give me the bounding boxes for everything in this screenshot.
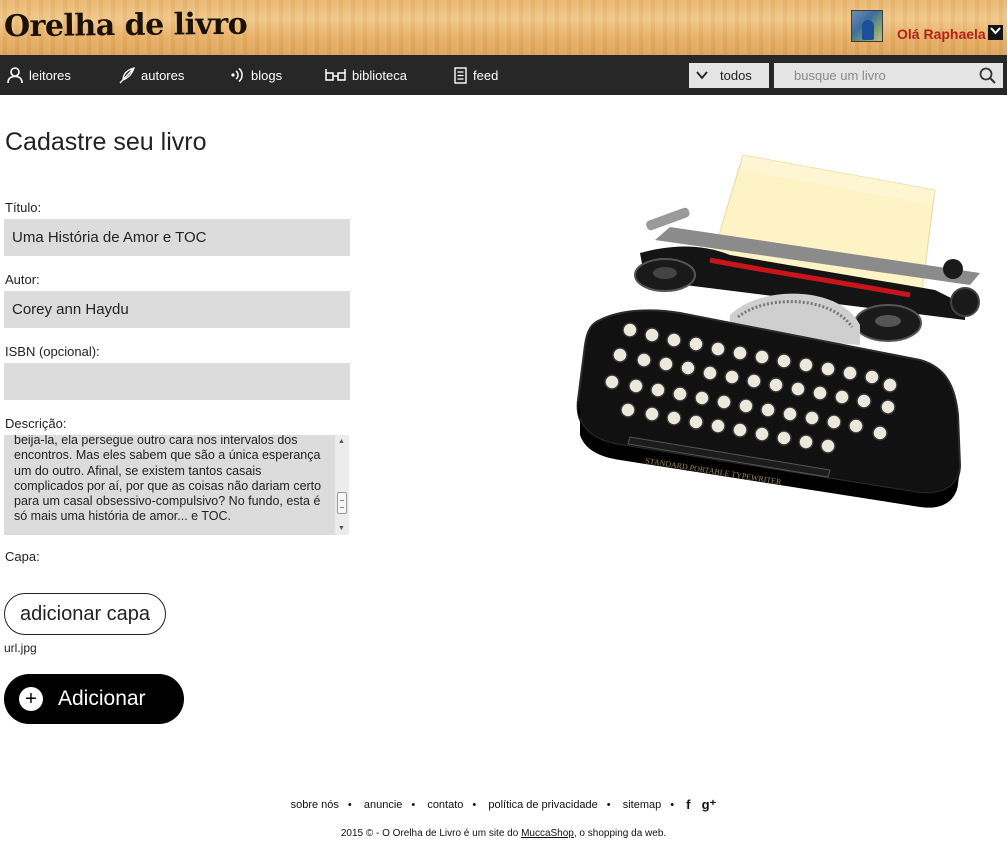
- footer-link[interactable]: sitemap: [623, 799, 662, 811]
- add-book-label: Adicionar: [58, 687, 146, 710]
- cover-filename: url.jpg: [4, 641, 37, 655]
- description-text: beija-la, ela persegue outro cara nos in…: [14, 435, 322, 524]
- scroll-up-icon[interactable]: ▲: [338, 438, 345, 445]
- header-bar: Orelha de livro Olá Raphaela: [0, 0, 1007, 55]
- cover-label: Capa:: [5, 549, 40, 564]
- title-label: Título:: [5, 200, 42, 215]
- nav-item-biblioteca[interactable]: biblioteca: [325, 55, 407, 95]
- copyright: 2015 © - O Orelha de Livro é um site do …: [0, 828, 1007, 839]
- typewriter-illustration: STANDARD PORTABLE TYPEWRITER: [576, 154, 980, 508]
- nav-label: leitores: [29, 67, 71, 83]
- site-logo[interactable]: Orelha de livro: [4, 7, 248, 45]
- copyright-prefix: 2015 © - O Orelha de Livro é um site do: [340, 828, 522, 839]
- footer-link[interactable]: política de privacidade: [488, 799, 597, 811]
- add-cover-button[interactable]: adicionar capa: [4, 593, 166, 635]
- document-icon: [454, 66, 467, 84]
- muccashop-link[interactable]: MuccaShop: [521, 828, 574, 839]
- nav-label: autores: [141, 67, 185, 83]
- copyright-suffix: , o shopping da web.: [573, 828, 667, 839]
- author-label: Autor:: [5, 272, 40, 287]
- chevron-down-icon[interactable]: [988, 25, 1003, 40]
- author-field[interactable]: [4, 291, 350, 328]
- quill-icon: [119, 66, 135, 84]
- plus-icon: +: [19, 687, 43, 711]
- person-icon: [7, 66, 23, 84]
- search-input[interactable]: [774, 63, 1003, 88]
- page-title: Cadastre seu livro: [5, 128, 207, 156]
- avatar[interactable]: [851, 10, 883, 42]
- facebook-icon[interactable]: f: [686, 797, 690, 812]
- nav-label: blogs: [251, 67, 283, 83]
- nav-item-blogs[interactable]: blogs: [231, 55, 282, 95]
- description-scrollbar[interactable]: ▲ ▼: [335, 435, 349, 535]
- search-icon[interactable]: [979, 67, 996, 89]
- footer-link[interactable]: contato: [427, 799, 463, 811]
- nav-label: biblioteca: [352, 67, 407, 83]
- search-filter-dropdown[interactable]: todos: [689, 63, 769, 88]
- isbn-label: ISBN (opcional):: [5, 344, 100, 359]
- title-field[interactable]: [4, 219, 350, 256]
- add-book-button[interactable]: + Adicionar: [4, 674, 184, 724]
- user-greeting[interactable]: Olá Raphaela: [897, 26, 986, 42]
- glasses-icon: [325, 68, 346, 82]
- description-label: Descrição:: [5, 416, 67, 431]
- nav-item-autores[interactable]: autores: [119, 55, 184, 95]
- isbn-field[interactable]: [4, 363, 350, 400]
- footer-link[interactable]: anuncie: [364, 799, 403, 811]
- search-filter-value: todos: [720, 68, 752, 83]
- scrollbar-thumb[interactable]: [337, 492, 347, 514]
- google-plus-icon[interactable]: g⁺: [702, 797, 717, 813]
- nav-item-feed[interactable]: feed: [454, 55, 498, 95]
- rss-icon: [231, 67, 245, 83]
- footer-links: sobre nós • anuncie • contato • política de…: [290, 797, 717, 813]
- nav-item-leitores[interactable]: leitores: [7, 55, 71, 95]
- chevron-down-icon: [696, 68, 708, 83]
- scroll-down-icon[interactable]: ▼: [338, 525, 345, 532]
- nav-label: feed: [473, 67, 499, 83]
- footer-link[interactable]: sobre nós: [291, 799, 339, 811]
- description-field[interactable]: beija-la, ela persegue outro cara nos in…: [4, 435, 349, 535]
